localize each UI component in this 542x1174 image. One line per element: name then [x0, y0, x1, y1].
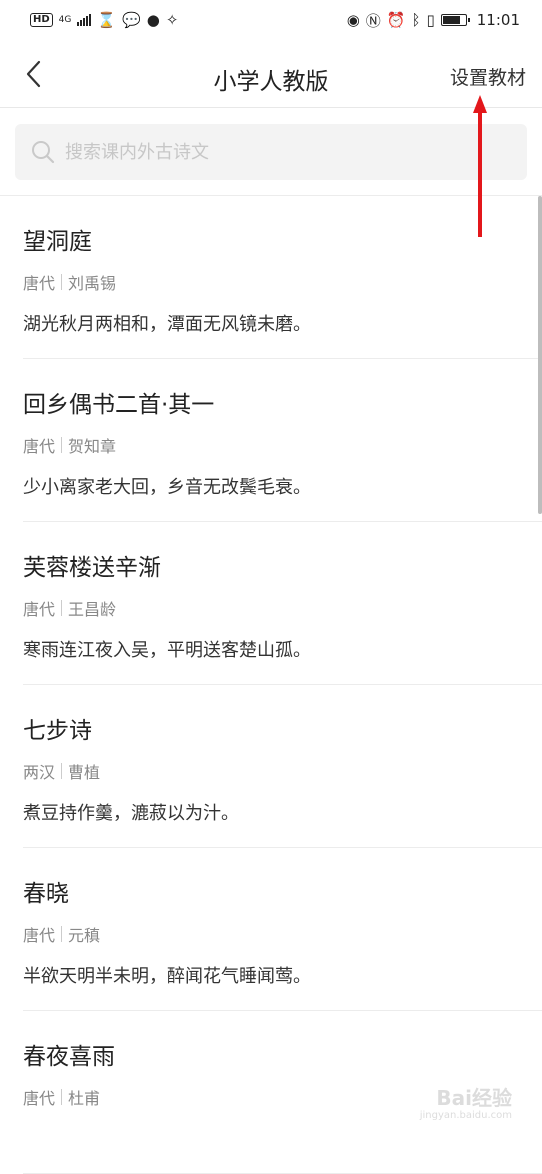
nfc-icon: Ⓝ: [365, 11, 381, 30]
battery-icon: [440, 14, 470, 26]
eye-icon: ◉: [346, 11, 360, 29]
list-item[interactable]: 回乡偶书二首·其一 唐代 贺知章 少小离家老大回，乡音无改鬓毛衰。: [0, 359, 542, 522]
poem-meta: 唐代 杜甫: [23, 1085, 100, 1109]
network-type-label: 4G: [58, 14, 72, 25]
hd-icon: HD: [30, 13, 53, 27]
poem-excerpt: 煮豆持作羹，漉菽以为汁。: [23, 803, 239, 824]
poem-meta: 唐代 王昌龄: [23, 596, 116, 620]
poem-dynasty: 唐代: [23, 1089, 56, 1108]
poem-dynasty: 唐代: [23, 600, 56, 619]
poem-title: 春晓: [23, 881, 69, 907]
meta-divider: [61, 437, 63, 453]
vibrate-icon: ▯: [426, 11, 435, 29]
status-right: ◉ Ⓝ ⏰ ᛒ ▯ 11:01: [347, 10, 520, 31]
app-notification-icon: ✧: [165, 11, 179, 29]
poem-author: 贺知章: [68, 437, 117, 456]
poem-meta: 唐代 刘禹锡: [23, 270, 116, 294]
poem-excerpt: 半欲天明半未明，醉闻花气睡闻莺。: [23, 966, 311, 987]
list-item[interactable]: 春晓 唐代 元稹 半欲天明半未明，醉闻花气睡闻莺。: [0, 848, 542, 1011]
nav-bar: 小学人教版 设置教材: [0, 40, 542, 110]
wechat-icon: ●: [146, 11, 160, 29]
meta-divider: [61, 274, 63, 290]
poem-author: 刘禹锡: [68, 274, 117, 293]
search-input[interactable]: [63, 140, 487, 164]
meta-divider: [61, 763, 63, 779]
poem-list: 望洞庭 唐代 刘禹锡 湖光秋月两相和，潭面无风镜未磨。 回乡偶书二首·其一 唐代…: [0, 196, 542, 1174]
poem-author: 王昌龄: [68, 600, 117, 619]
poem-dynasty: 唐代: [23, 437, 56, 456]
poem-meta: 两汉 曹植: [23, 759, 100, 783]
poem-title: 七步诗: [23, 718, 92, 744]
search-bar[interactable]: [15, 124, 527, 180]
scrollbar[interactable]: [538, 196, 542, 514]
annotation-arrow-icon: [473, 95, 487, 237]
status-left: HD 4G ⌛ 💬 ● ✧: [30, 11, 178, 29]
poem-meta: 唐代 元稹: [23, 922, 100, 946]
poem-excerpt: 寒雨连江夜入吴，平明送客楚山孤。: [23, 640, 311, 661]
poem-title: 望洞庭: [23, 229, 92, 255]
poem-meta: 唐代 贺知章: [23, 433, 116, 457]
search-icon: [32, 141, 55, 164]
watermark-url: jingyan.baidu.com: [419, 1110, 512, 1121]
status-bar: HD 4G ⌛ 💬 ● ✧ ◉ Ⓝ ⏰ ᛒ ▯ 11:01: [0, 0, 542, 40]
poem-title: 春夜喜雨: [23, 1044, 115, 1070]
list-item[interactable]: 望洞庭 唐代 刘禹锡 湖光秋月两相和，潭面无风镜未磨。: [0, 196, 542, 359]
watermark-text: Bai经验: [436, 1086, 512, 1110]
message-icon: 💬: [122, 11, 141, 29]
status-time: 11:01: [476, 11, 520, 29]
poem-excerpt: 少小离家老大回，乡音无改鬓毛衰。: [23, 477, 311, 498]
nav-divider: [0, 107, 542, 108]
hourglass-icon: ⌛: [97, 11, 117, 29]
meta-divider: [61, 1089, 63, 1105]
poem-title: 芙蓉楼送辛渐: [23, 555, 161, 581]
poem-excerpt: 湖光秋月两相和，潭面无风镜未磨。: [23, 314, 311, 335]
poem-title: 回乡偶书二首·其一: [23, 392, 215, 418]
meta-divider: [61, 600, 63, 616]
baidu-jingyan-watermark: Bai经验 jingyan.baidu.com: [420, 1082, 512, 1121]
alarm-icon: ⏰: [386, 11, 406, 29]
list-item[interactable]: 七步诗 两汉 曹植 煮豆持作羹，漉菽以为汁。: [0, 685, 542, 848]
meta-divider: [61, 926, 63, 942]
signal-icon: [77, 14, 92, 26]
poem-dynasty: 两汉: [23, 763, 56, 782]
poem-author: 曹植: [68, 763, 101, 782]
bluetooth-icon: ᛒ: [411, 11, 421, 29]
list-item[interactable]: 芙蓉楼送辛渐 唐代 王昌龄 寒雨连江夜入吴，平明送客楚山孤。: [0, 522, 542, 685]
set-textbook-button[interactable]: 设置教材: [450, 63, 526, 90]
poem-dynasty: 唐代: [23, 926, 56, 945]
poem-author: 元稹: [68, 926, 101, 945]
poem-dynasty: 唐代: [23, 274, 56, 293]
poem-author: 杜甫: [68, 1089, 101, 1108]
